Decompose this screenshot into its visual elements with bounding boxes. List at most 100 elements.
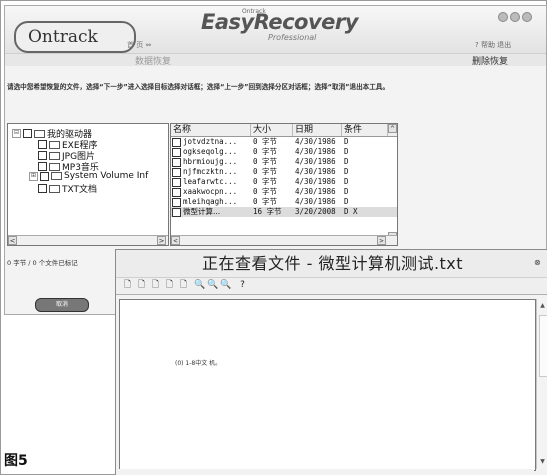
file-name: ogkseqolg... — [183, 147, 238, 156]
file-date: 4/30/1986 — [295, 197, 336, 206]
find-icon[interactable]: 🔍 — [194, 280, 205, 291]
checkbox[interactable] — [172, 188, 181, 197]
checkbox[interactable] — [172, 198, 181, 207]
checkbox[interactable] — [23, 129, 32, 138]
checkbox[interactable] — [172, 208, 181, 217]
drive-tree[interactable]: ⊟ 我的驱动器 EXE程序 JPG图片 MP3音乐 ⊞ System Volum… — [7, 123, 169, 246]
file-name: xaakwocpn... — [183, 187, 238, 196]
folder-icon — [49, 151, 60, 160]
title-strip: 数据恢复 删除恢复 — [5, 53, 546, 67]
save-icon[interactable]: 🗋 — [150, 280, 161, 291]
tree-item[interactable]: TXT文档 — [38, 182, 97, 195]
checkbox[interactable] — [38, 140, 47, 149]
file-condition: D — [344, 147, 349, 156]
scroll-left-icon[interactable]: < — [171, 236, 180, 245]
file-size: 16 字节 — [253, 207, 282, 216]
window-controls — [498, 12, 532, 22]
scroll-up-icon[interactable]: ^ — [388, 124, 397, 133]
figure-label: 图5 — [4, 453, 28, 469]
zoom-in-icon[interactable]: 🔍 — [207, 280, 218, 291]
folder-icon — [49, 162, 60, 171]
document-text: (0) 1-8中文 机。 — [175, 360, 222, 367]
file-condition: D — [344, 197, 349, 206]
scroll-thumb[interactable] — [539, 315, 547, 377]
folder-icon — [34, 129, 45, 138]
tree-item-label: TXT文档 — [62, 185, 98, 195]
scroll-left-icon[interactable]: < — [8, 236, 17, 245]
print-icon[interactable]: 🗋 — [164, 280, 175, 291]
list-hscrollbar[interactable]: < > — [171, 235, 397, 245]
checkbox[interactable] — [172, 148, 181, 157]
file-condition: D — [344, 167, 349, 176]
checkbox[interactable] — [38, 184, 47, 193]
scroll-down-icon[interactable]: ▼ — [538, 457, 547, 466]
checkbox[interactable] — [172, 158, 181, 167]
tree-hscrollbar[interactable]: < > — [8, 235, 168, 245]
document-hscrollbar[interactable] — [119, 469, 534, 475]
folder-icon — [49, 140, 60, 149]
file-name: hbrmioujg... — [183, 157, 238, 166]
checkbox[interactable] — [172, 138, 181, 147]
instructions-text: 请选中您希望恢复的文件，选择“下一步”进入选择目标选择对话框；选择“上一步”回到… — [7, 83, 390, 91]
file-size: 0 字节 — [253, 137, 278, 146]
file-date: 4/30/1986 — [295, 187, 336, 196]
table-row-selected[interactable]: 微型计算... 16 字节 3/20/2008 D X — [171, 207, 397, 217]
scroll-right-icon[interactable]: > — [377, 236, 386, 245]
expand-icon[interactable]: ⊞ — [29, 171, 38, 181]
zoom-out-icon[interactable]: 🔍 — [220, 280, 231, 291]
file-name: jotvdztna... — [183, 137, 238, 146]
app-edition: Professional — [268, 33, 317, 42]
table-row[interactable]: jotvdztna... 0 字节 4/30/1986 D — [171, 137, 397, 147]
file-size: 0 字节 — [253, 177, 278, 186]
file-condition: D — [344, 137, 349, 146]
table-row[interactable]: xaakwocpn... 0 字节 4/30/1986 D — [171, 187, 397, 197]
cancel-button[interactable]: 取消 — [35, 298, 89, 312]
app-brand: EasyRecovery — [201, 10, 358, 34]
table-row[interactable]: ogkseqolg... 0 字节 4/30/1986 D — [171, 147, 397, 157]
document-area[interactable]: (0) 1-8中文 机。 — [119, 299, 536, 471]
table-row[interactable]: njfmczktn... 0 字节 4/30/1986 D — [171, 167, 397, 177]
checkbox[interactable] — [172, 178, 181, 187]
checkbox[interactable] — [38, 162, 47, 171]
home-nav[interactable]: 首 页 ⇔ — [127, 40, 151, 50]
help-icon[interactable]: ? — [237, 280, 248, 291]
table-row[interactable]: mleihqagh... 0 字节 4/30/1986 D — [171, 197, 397, 207]
file-condition: D — [344, 187, 349, 196]
table-row[interactable]: leafarwtc... 0 字节 4/30/1986 D — [171, 177, 397, 187]
checkbox[interactable] — [38, 151, 47, 160]
document-vscrollbar[interactable]: ▲ ▼ — [536, 299, 547, 469]
maximize-icon[interactable] — [510, 12, 520, 22]
column-size[interactable]: 大小 — [251, 124, 293, 136]
minimize-icon[interactable] — [498, 12, 508, 22]
file-date: 4/30/1986 — [295, 137, 336, 146]
scroll-up-icon[interactable]: ▲ — [538, 301, 547, 310]
app-header: Ontrack 首 页 ⇔ Ontrack EasyRecovery Profe… — [5, 6, 546, 67]
file-date: 4/30/1986 — [295, 167, 336, 176]
file-name: njfmczktn... — [183, 167, 238, 176]
table-row[interactable]: hbrmioujg... 0 字节 4/30/1986 D — [171, 157, 397, 167]
collapse-icon[interactable]: ⊟ — [12, 129, 21, 138]
scroll-right-icon[interactable]: > — [157, 236, 166, 245]
checkbox[interactable] — [40, 171, 49, 181]
selection-status: 0 字节 / 0 个文件已标记 — [7, 259, 78, 267]
text-viewer-window: 正在查看文件 - 微型计算机测试.txt ⊗ 🗋 🗋 🗋 🗋 🗋 🔍 🔍 🔍 ?… — [115, 249, 547, 475]
tree-item[interactable]: ⊞ System Volume Inf — [29, 171, 148, 181]
checkbox[interactable] — [172, 168, 181, 177]
file-size: 0 字节 — [253, 197, 278, 206]
column-condition[interactable]: 条件 — [342, 124, 388, 136]
file-size: 0 字节 — [253, 187, 278, 196]
page-title: 数据恢复 — [135, 57, 172, 67]
column-date[interactable]: 日期 — [293, 124, 342, 136]
file-list[interactable]: 名称 大小 日期 条件 ^ jotvdztna... 0 字节 4/30/198… — [170, 123, 398, 246]
close-icon[interactable]: ⊗ — [534, 259, 543, 267]
new-icon[interactable]: 🗋 — [122, 280, 133, 291]
viewer-title: 正在查看文件 - 微型计算机测试.txt — [202, 254, 464, 273]
file-name: mleihqagh... — [183, 197, 238, 206]
help-exit-links[interactable]: ? 帮助 退出 — [475, 40, 511, 50]
column-name[interactable]: 名称 — [171, 124, 251, 136]
open-icon[interactable]: 🗋 — [136, 280, 147, 291]
file-name: 微型计算... — [183, 207, 221, 216]
copy-icon[interactable]: 🗋 — [178, 280, 189, 291]
file-date: 3/20/2008 — [295, 207, 336, 216]
close-icon[interactable] — [522, 12, 532, 22]
